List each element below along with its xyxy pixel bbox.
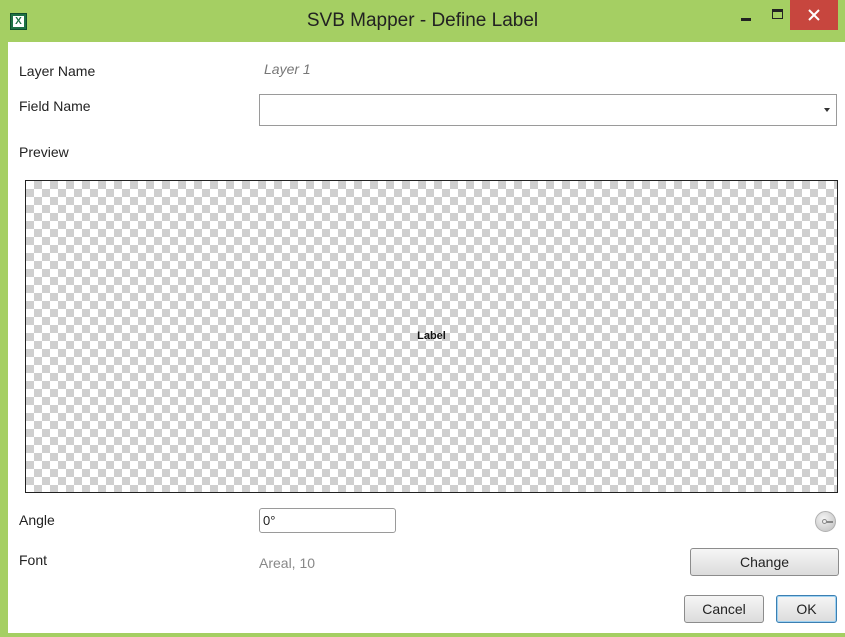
close-button[interactable]: [790, 0, 838, 30]
field-name-dropdown[interactable]: [259, 94, 837, 126]
field-name-label: Field Name: [19, 98, 91, 114]
font-value: Areal, 10: [259, 555, 316, 571]
angle-knob[interactable]: [815, 511, 836, 532]
minimize-icon: [741, 18, 751, 21]
window-title: SVB Mapper - Define Label: [306, 10, 539, 31]
layer-name-value: Layer 1: [264, 61, 311, 77]
preview-label-text: Label: [417, 330, 446, 342]
label-preview-canvas: Label: [25, 180, 838, 493]
angle-knob-needle-icon: [826, 521, 833, 523]
angle-label: Angle: [19, 512, 55, 528]
change-font-button[interactable]: Change: [690, 548, 839, 576]
close-icon: [808, 9, 820, 21]
ok-button[interactable]: OK: [776, 595, 837, 623]
font-label: Font: [19, 552, 48, 568]
layer-name-label: Layer Name: [19, 63, 96, 79]
chevron-down-icon: [824, 108, 830, 112]
title-bar[interactable]: X SVB Mapper - Define Label: [0, 0, 845, 42]
maximize-icon: [772, 9, 783, 19]
dialog-window: X SVB Mapper - Define Label Layer Name L…: [0, 0, 845, 637]
cancel-button[interactable]: Cancel: [684, 595, 764, 623]
preview-label: Preview: [19, 144, 69, 160]
dialog-content: Layer Name Layer 1 Field Name Preview La…: [8, 42, 845, 633]
angle-input[interactable]: 0°: [259, 508, 396, 533]
